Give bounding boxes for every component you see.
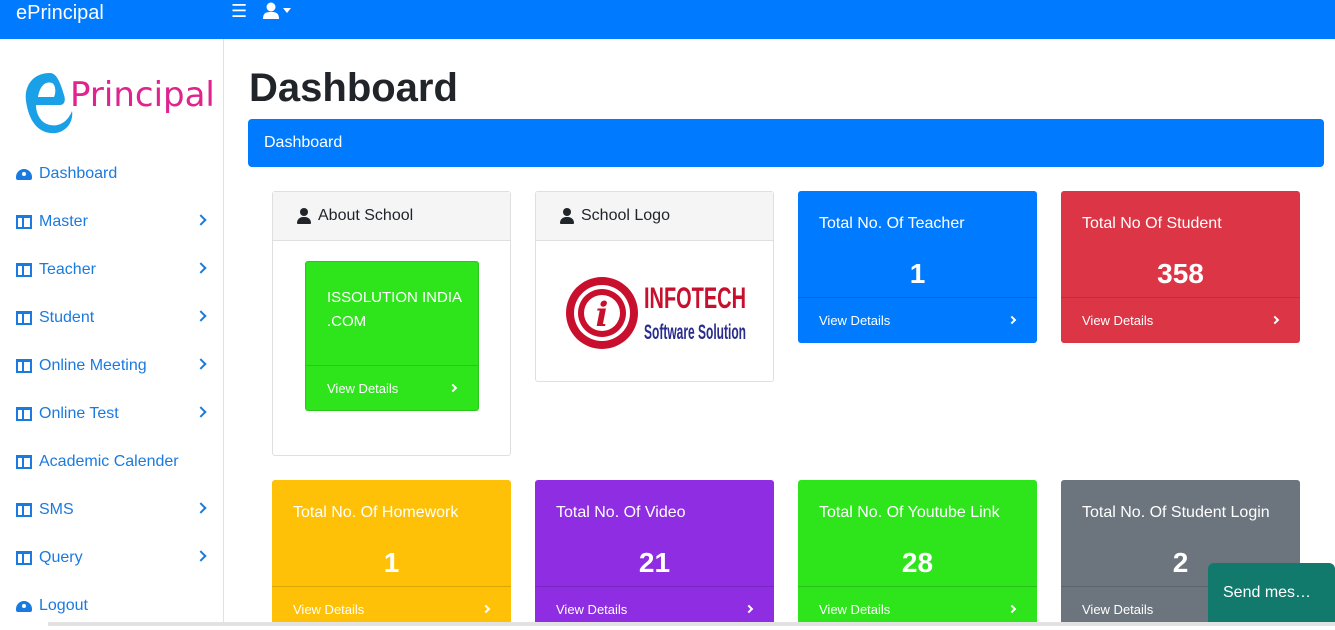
school-logo-card: School Logo i INFOTECH Software Solution xyxy=(535,191,774,382)
about-school-card: About School ISSOLUTION INDIA .COM View … xyxy=(272,191,511,456)
teacher-count-card: Total No. Of Teacher 1 View Details xyxy=(798,191,1037,343)
view-details-label: View Details xyxy=(1082,602,1154,617)
school-logo-header: School Logo xyxy=(536,192,773,241)
eprincipal-logo: Principal xyxy=(20,69,215,139)
columns-icon xyxy=(16,551,32,565)
user-icon xyxy=(560,208,574,224)
top-navbar: ePrincipal ☰ xyxy=(0,0,1335,39)
menu-toggle-icon[interactable]: ☰ xyxy=(231,2,247,20)
chevron-right-icon xyxy=(744,604,754,614)
sidebar-item-label: Teacher xyxy=(39,261,96,278)
stat-value: 1 xyxy=(909,258,926,289)
about-school-header: About School xyxy=(273,192,510,241)
youtube-link-count-card: Total No. Of Youtube Link 28 View Detail… xyxy=(798,480,1037,626)
page-title: Dashboard xyxy=(249,66,458,110)
stat-value: 21 xyxy=(638,547,671,578)
sidebar-item-label: Online Meeting xyxy=(39,357,147,374)
view-details-link[interactable]: View Details xyxy=(1061,297,1300,343)
view-details-label: View Details xyxy=(293,602,365,617)
infotech-logo: i INFOTECH Software Solution xyxy=(566,277,746,349)
sidebar-nav: Dashboard Master Teacher Student Online … xyxy=(0,150,223,630)
view-details-link[interactable]: View Details xyxy=(798,586,1037,626)
view-details-link[interactable]: View Details xyxy=(272,586,511,626)
school-name-box: ISSOLUTION INDIA .COM View Details xyxy=(305,261,479,411)
sidebar: Principal Dashboard Master Teacher Stude… xyxy=(0,39,224,626)
view-details-label: View Details xyxy=(1082,313,1154,328)
chevron-right-icon xyxy=(195,502,207,514)
columns-icon xyxy=(16,263,32,277)
columns-icon xyxy=(16,311,32,325)
sidebar-item-online-test[interactable]: Online Test xyxy=(0,390,223,438)
chevron-right-icon xyxy=(195,550,207,562)
sidebar-item-label: SMS xyxy=(39,501,74,518)
view-details-label: View Details xyxy=(556,602,628,617)
columns-icon xyxy=(16,407,32,421)
school-name: ISSOLUTION INDIA .COM xyxy=(327,289,462,330)
gauge-icon xyxy=(16,168,32,180)
chevron-right-icon xyxy=(481,604,491,614)
send-message-chat-button[interactable]: Send mes… xyxy=(1208,563,1335,626)
stat-label: Total No. Of Video xyxy=(556,504,686,521)
caret-down-icon xyxy=(283,8,291,13)
svg-text:Software Solution: Software Solution xyxy=(644,321,746,344)
sidebar-item-label: Online Test xyxy=(39,405,119,422)
sidebar-item-teacher[interactable]: Teacher xyxy=(0,246,223,294)
horizontal-scrollbar[interactable] xyxy=(48,622,1335,626)
sidebar-item-dashboard[interactable]: Dashboard xyxy=(0,150,223,198)
sidebar-item-master[interactable]: Master xyxy=(0,198,223,246)
chevron-right-icon xyxy=(195,406,207,418)
stat-label: Total No. Of Teacher xyxy=(819,215,965,232)
breadcrumb: Dashboard xyxy=(248,119,1324,167)
columns-icon xyxy=(16,455,32,469)
stat-label: Total No. Of Student Login xyxy=(1082,504,1270,521)
sidebar-item-label: Academic Calender xyxy=(39,453,179,470)
columns-icon xyxy=(16,503,32,517)
columns-icon xyxy=(16,215,32,229)
chevron-right-icon xyxy=(195,358,207,370)
card-title: School Logo xyxy=(581,207,670,224)
user-menu-button[interactable] xyxy=(263,2,291,19)
stat-value: 1 xyxy=(383,547,400,578)
stat-value: 28 xyxy=(901,547,934,578)
view-details-link[interactable]: View Details xyxy=(535,586,774,626)
user-icon xyxy=(263,2,279,19)
stat-label: Total No Of Student xyxy=(1082,215,1222,232)
view-details-label: View Details xyxy=(819,313,891,328)
columns-icon xyxy=(16,359,32,373)
stat-value: 358 xyxy=(1157,258,1204,289)
sidebar-item-label: Student xyxy=(39,309,95,326)
view-details-link[interactable]: View Details xyxy=(306,365,478,410)
homework-count-card: Total No. Of Homework 1 View Details xyxy=(272,480,511,626)
svg-text:i: i xyxy=(596,295,609,335)
chevron-right-icon xyxy=(1007,315,1017,325)
student-count-card: Total No Of Student 358 View Details xyxy=(1061,191,1300,343)
sidebar-item-label: Query xyxy=(39,549,83,566)
stat-label: Total No. Of Youtube Link xyxy=(819,504,1000,521)
chevron-right-icon xyxy=(195,262,207,274)
view-details-label: View Details xyxy=(327,381,399,396)
sidebar-item-query[interactable]: Query xyxy=(0,534,223,582)
view-details-label: View Details xyxy=(819,602,891,617)
video-count-card: Total No. Of Video 21 View Details xyxy=(535,480,774,626)
card-title: About School xyxy=(318,207,414,224)
svg-text:INFOTECH: INFOTECH xyxy=(644,282,746,315)
sidebar-item-sms[interactable]: SMS xyxy=(0,486,223,534)
sidebar-item-label: Logout xyxy=(39,597,88,614)
chevron-right-icon xyxy=(195,214,207,226)
view-details-link[interactable]: View Details xyxy=(798,297,1037,343)
brand-name[interactable]: ePrincipal xyxy=(16,2,104,24)
chevron-right-icon xyxy=(1270,315,1280,325)
sidebar-item-student[interactable]: Student xyxy=(0,294,223,342)
logo-text: Principal xyxy=(70,75,215,115)
sidebar-item-label: Dashboard xyxy=(39,165,118,182)
user-icon xyxy=(297,208,311,224)
stat-label: Total No. Of Homework xyxy=(293,504,459,521)
chevron-right-icon xyxy=(195,310,207,322)
gauge-icon xyxy=(16,600,32,612)
sidebar-item-online-meeting[interactable]: Online Meeting xyxy=(0,342,223,390)
chevron-right-icon xyxy=(1007,604,1017,614)
sidebar-item-academic-calender[interactable]: Academic Calender xyxy=(0,438,223,486)
sidebar-item-label: Master xyxy=(39,213,88,230)
chevron-right-icon xyxy=(448,383,458,393)
